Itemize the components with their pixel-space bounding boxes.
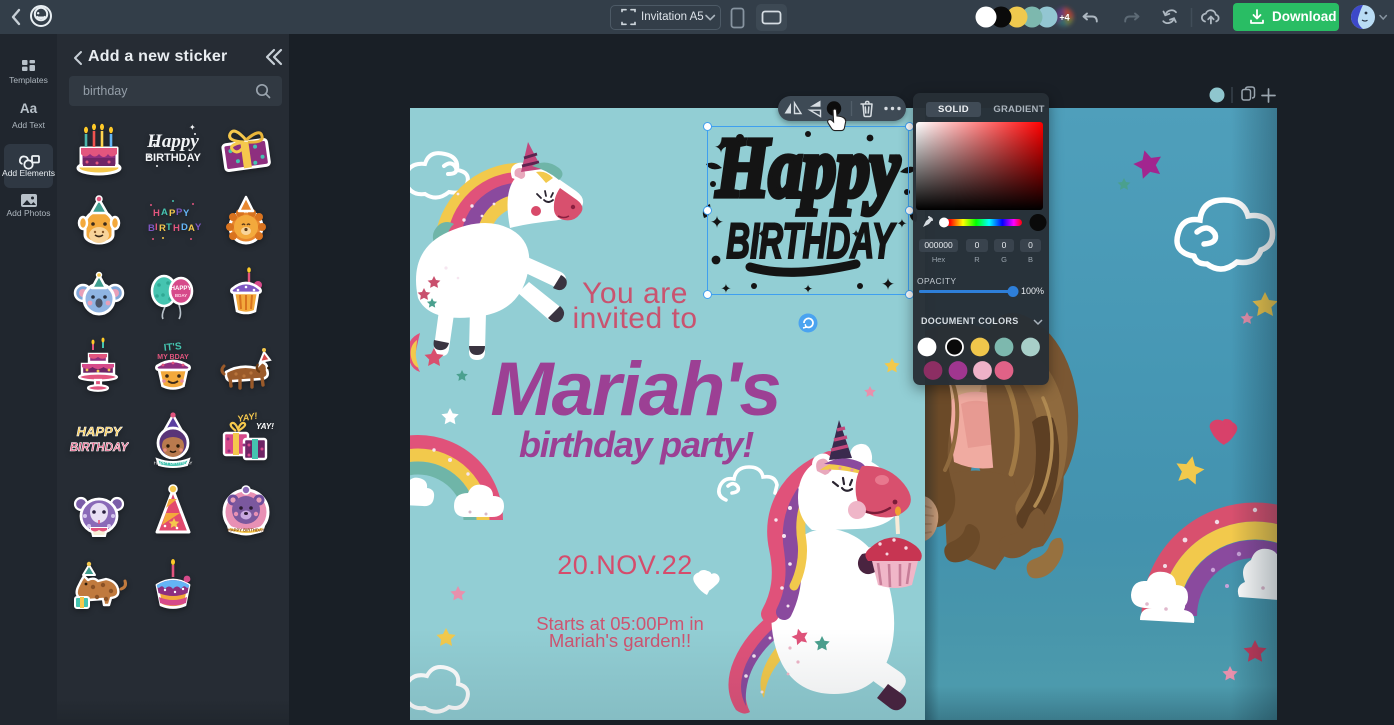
svg-text:A: A: [161, 207, 168, 218]
svg-text:P: P: [176, 207, 183, 218]
svg-text:IT'S: IT'S: [163, 341, 182, 354]
svg-text:✦: ✦: [151, 141, 158, 150]
svg-text:D: D: [181, 222, 188, 233]
svg-text:HAPPY BIRTHDAY: HAPPY BIRTHDAY: [228, 528, 265, 533]
svg-text:YAY!: YAY!: [256, 422, 274, 431]
svg-text:YAY!: YAY!: [237, 411, 259, 424]
svg-text:P: P: [169, 208, 176, 219]
svg-text:T: T: [166, 222, 172, 233]
svg-text:Y: Y: [195, 222, 202, 233]
svg-text:H: H: [173, 223, 180, 234]
svg-text:I: I: [155, 222, 158, 233]
svg-text:R: R: [159, 223, 166, 234]
svg-text:BIRTHDAY: BIRTHDAY: [145, 152, 201, 164]
svg-text:HAPPY: HAPPY: [171, 286, 192, 292]
svg-text:A: A: [188, 223, 195, 234]
svg-text:Y: Y: [183, 208, 190, 219]
svg-text:BIRTHDAY: BIRTHDAY: [70, 442, 129, 454]
svg-text:+4: +4: [1059, 13, 1069, 23]
svg-text:✦: ✦: [189, 123, 196, 132]
svg-text:Aa: Aa: [20, 101, 38, 116]
svg-text:B: B: [148, 223, 155, 234]
svg-text:BDAY: BDAY: [175, 293, 187, 298]
svg-text:HAPPY BIRTHDAY: HAPPY BIRTHDAY: [154, 461, 193, 466]
svg-text:H: H: [153, 208, 160, 219]
svg-text:HAPPY: HAPPY: [77, 424, 123, 439]
